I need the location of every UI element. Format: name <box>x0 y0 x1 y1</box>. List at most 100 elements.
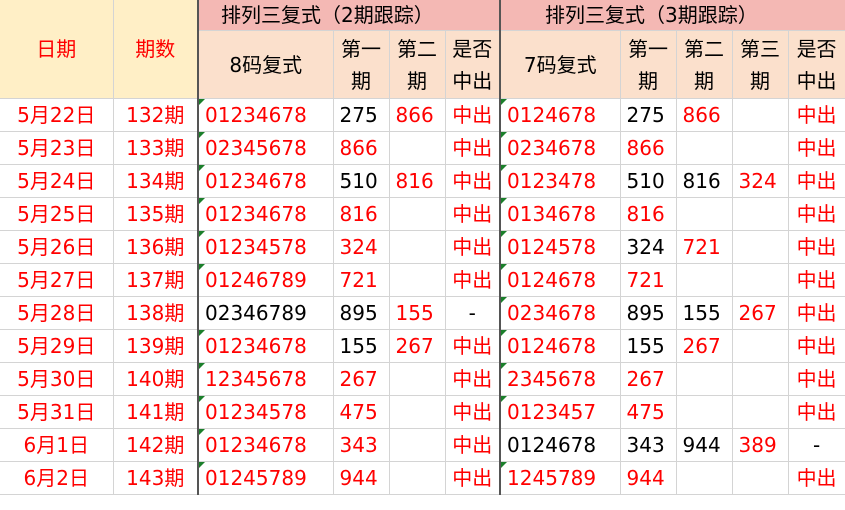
third-period-cell-b[interactable] <box>732 230 789 264</box>
second-period-cell-b[interactable]: 866 <box>676 98 733 132</box>
second-period-cell-b[interactable] <box>676 263 733 297</box>
date-cell[interactable]: 6月1日 <box>0 428 114 462</box>
period-header[interactable]: 期数 <box>113 0 199 99</box>
code7-cell[interactable]: 0234678 <box>500 296 621 330</box>
first-period-cell-b[interactable]: 475 <box>620 395 677 429</box>
code7-cell[interactable]: 0124678 <box>500 428 621 462</box>
hit-header-b[interactable]: 是否 中出 <box>788 30 845 99</box>
hit-header-a[interactable]: 是否 中出 <box>445 30 502 99</box>
code8-cell[interactable]: 01234578 <box>198 395 334 429</box>
period-cell[interactable]: 132期 <box>113 98 199 132</box>
code7-header[interactable]: 7码复式 <box>500 30 621 99</box>
hit-cell-a[interactable]: 中出 <box>445 131 502 165</box>
second-period-cell-b[interactable] <box>676 395 733 429</box>
hit-cell-b[interactable]: 中出 <box>788 296 845 330</box>
first-period-cell-a[interactable]: 721 <box>333 263 390 297</box>
hit-cell-a[interactable]: 中出 <box>445 98 502 132</box>
hit-cell-b[interactable]: 中出 <box>788 395 845 429</box>
code8-cell[interactable]: 01234578 <box>198 230 334 264</box>
first-period-cell-a[interactable]: 475 <box>333 395 390 429</box>
third-period-cell-b[interactable] <box>732 461 789 495</box>
second-period-cell-a[interactable]: 155 <box>389 296 446 330</box>
code8-cell[interactable]: 02345678 <box>198 131 334 165</box>
third-period-cell-b[interactable] <box>732 329 789 363</box>
code8-cell[interactable]: 01234678 <box>198 197 334 231</box>
hit-cell-b[interactable]: 中出 <box>788 164 845 198</box>
period-cell[interactable]: 138期 <box>113 296 199 330</box>
first-period-cell-b[interactable]: 155 <box>620 329 677 363</box>
second-period-cell-a[interactable] <box>389 362 446 396</box>
second-period-cell-a[interactable] <box>389 131 446 165</box>
hit-cell-b[interactable]: - <box>788 428 845 462</box>
hit-cell-b[interactable]: 中出 <box>788 329 845 363</box>
first-period-cell-a[interactable]: 324 <box>333 230 390 264</box>
date-cell[interactable]: 5月23日 <box>0 131 114 165</box>
hit-cell-b[interactable]: 中出 <box>788 131 845 165</box>
period-cell[interactable]: 143期 <box>113 461 199 495</box>
date-cell[interactable]: 6月2日 <box>0 461 114 495</box>
code8-cell[interactable]: 01246789 <box>198 263 334 297</box>
code7-cell[interactable]: 0124578 <box>500 230 621 264</box>
date-cell[interactable]: 5月30日 <box>0 362 114 396</box>
code7-cell[interactable]: 0134678 <box>500 197 621 231</box>
period-cell[interactable]: 137期 <box>113 263 199 297</box>
date-cell[interactable]: 5月26日 <box>0 230 114 264</box>
code8-cell[interactable]: 12345678 <box>198 362 334 396</box>
date-cell[interactable]: 5月28日 <box>0 296 114 330</box>
hit-cell-b[interactable]: 中出 <box>788 263 845 297</box>
second-period-cell-b[interactable] <box>676 362 733 396</box>
date-cell[interactable]: 5月31日 <box>0 395 114 429</box>
third-period-cell-b[interactable] <box>732 197 789 231</box>
period-cell[interactable]: 134期 <box>113 164 199 198</box>
first-period-cell-a[interactable]: 895 <box>333 296 390 330</box>
code8-cell[interactable]: 01234678 <box>198 98 334 132</box>
second-period-header-a[interactable]: 第二期 <box>389 30 446 99</box>
second-period-cell-b[interactable]: 944 <box>676 428 733 462</box>
first-period-cell-a[interactable]: 275 <box>333 98 390 132</box>
second-period-cell-b[interactable] <box>676 461 733 495</box>
date-cell[interactable]: 5月25日 <box>0 197 114 231</box>
third-period-cell-b[interactable] <box>732 98 789 132</box>
second-period-cell-b[interactable] <box>676 131 733 165</box>
code7-cell[interactable]: 1245789 <box>500 461 621 495</box>
period-cell[interactable]: 141期 <box>113 395 199 429</box>
first-period-cell-b[interactable]: 944 <box>620 461 677 495</box>
second-period-cell-b[interactable]: 267 <box>676 329 733 363</box>
hit-cell-a[interactable]: 中出 <box>445 461 502 495</box>
code8-cell[interactable]: 02346789 <box>198 296 334 330</box>
period-cell[interactable]: 139期 <box>113 329 199 363</box>
hit-cell-a[interactable]: - <box>445 296 502 330</box>
second-period-cell-a[interactable] <box>389 395 446 429</box>
period-cell[interactable]: 142期 <box>113 428 199 462</box>
code7-cell[interactable]: 2345678 <box>500 362 621 396</box>
group-3-header[interactable]: 排列三复式（3期跟踪） <box>500 0 845 31</box>
second-period-cell-a[interactable] <box>389 461 446 495</box>
third-period-cell-b[interactable] <box>732 395 789 429</box>
first-period-cell-a[interactable]: 866 <box>333 131 390 165</box>
first-period-cell-a[interactable]: 267 <box>333 362 390 396</box>
first-period-cell-b[interactable]: 275 <box>620 98 677 132</box>
period-cell[interactable]: 140期 <box>113 362 199 396</box>
third-period-cell-b[interactable] <box>732 131 789 165</box>
code7-cell[interactable]: 0124678 <box>500 98 621 132</box>
second-period-cell-a[interactable]: 816 <box>389 164 446 198</box>
first-period-cell-b[interactable]: 721 <box>620 263 677 297</box>
code8-cell[interactable]: 01245789 <box>198 461 334 495</box>
code8-cell[interactable]: 01234678 <box>198 329 334 363</box>
hit-cell-a[interactable]: 中出 <box>445 164 502 198</box>
first-period-cell-b[interactable]: 816 <box>620 197 677 231</box>
third-period-header-b[interactable]: 第三期 <box>732 30 789 99</box>
date-cell[interactable]: 5月27日 <box>0 263 114 297</box>
second-period-header-b[interactable]: 第二期 <box>676 30 733 99</box>
code7-cell[interactable]: 0124678 <box>500 329 621 363</box>
code7-cell[interactable]: 0234678 <box>500 131 621 165</box>
hit-cell-b[interactable]: 中出 <box>788 362 845 396</box>
second-period-cell-b[interactable]: 721 <box>676 230 733 264</box>
group-2-header[interactable]: 排列三复式（2期跟踪） <box>198 0 502 31</box>
hit-cell-b[interactable]: 中出 <box>788 461 845 495</box>
hit-cell-a[interactable]: 中出 <box>445 230 502 264</box>
hit-cell-a[interactable]: 中出 <box>445 197 502 231</box>
date-header[interactable]: 日期 <box>0 0 114 99</box>
code7-cell[interactable]: 0124678 <box>500 263 621 297</box>
second-period-cell-b[interactable] <box>676 197 733 231</box>
